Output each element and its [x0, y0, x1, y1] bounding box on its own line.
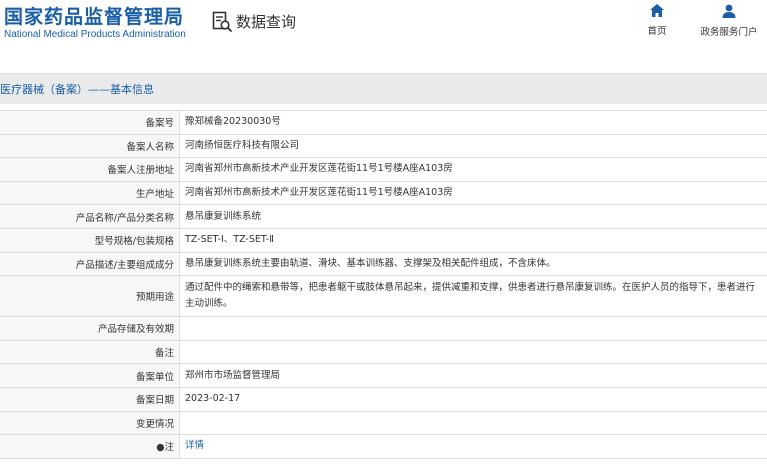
table-row: 变更情况 — [0, 410, 767, 436]
field-label: 备案人注册地址 — [0, 157, 180, 182]
site-logo-en[interactable]: National Medical Products Administration — [4, 29, 186, 40]
table-row: 备案日期 2023-02-17 — [0, 386, 767, 412]
field-label: ●注 — [0, 434, 180, 459]
table-row: 产品名称/产品分类名称 悬吊康复训练系统 — [0, 204, 767, 229]
field-value — [179, 339, 767, 365]
field-label: 变更情况 — [0, 410, 180, 436]
field-label: 预期用途 — [0, 275, 180, 318]
field-label: 备案单位 — [0, 363, 180, 388]
nav-home[interactable]: 首页 — [637, 4, 677, 37]
section-header: 医疗器械（备案）——基本信息 — [0, 73, 767, 104]
table-row: ●注 详情 — [0, 434, 767, 459]
field-value: 豫郑械备20230030号 — [179, 110, 767, 135]
table-row: 预期用途 通过配件中的绳索和悬带等，把患者躯干或肢体悬吊起来，提供减重和支撑，供… — [0, 275, 767, 318]
field-value: 悬吊康复训练系统主要由轨道、滑块、基本训练器、支撑架及相关配件组成，不含床体。 — [179, 251, 767, 277]
site-header: 国家药品监督管理局 National Medical Products Admi… — [0, 0, 767, 50]
details-link[interactable]: 详情 — [185, 440, 204, 451]
field-label: 产品名称/产品分类名称 — [0, 204, 180, 229]
field-value: 详情 — [179, 434, 767, 459]
field-label: 产品存储及有效期 — [0, 316, 180, 341]
table-row: 备案号 豫郑械备20230030号 — [0, 110, 767, 135]
field-label: 备案号 — [0, 110, 180, 135]
table-row: 备注 — [0, 339, 767, 365]
field-label: 备案人名称 — [0, 133, 180, 159]
table-row: 备案单位 郑州市市场监督管理局 — [0, 363, 767, 388]
field-value: 郑州市市场监督管理局 — [179, 363, 767, 388]
query-label: 数据查询 — [236, 13, 297, 31]
home-icon — [650, 4, 664, 17]
nav-service-portal[interactable]: 政务服务门户 — [694, 4, 764, 38]
nav-home-label: 首页 — [647, 26, 667, 37]
field-value: 河南省郑州市高新技术产业开发区莲花街11号1号楼A座A103房 — [179, 180, 767, 206]
field-value: 河南扬恒医疗科技有限公司 — [179, 133, 767, 159]
field-label: 备注 — [0, 339, 180, 365]
table-row: 产品描述/主要组成成分 悬吊康复训练系统主要由轨道、滑块、基本训练器、支撑架及相… — [0, 251, 767, 277]
nav-portal-label: 政务服务门户 — [700, 27, 758, 38]
field-value: 2023-02-17 — [179, 386, 767, 412]
table-row: 产品存储及有效期 — [0, 316, 767, 341]
field-value: TZ-SET-Ⅰ、TZ-SET-Ⅱ — [179, 227, 767, 253]
field-value: 河南省郑州市高新技术产业开发区莲花街11号1号楼A座A103房 — [179, 157, 767, 182]
section-title: 医疗器械（备案）——基本信息 — [0, 83, 154, 96]
table-row: 生产地址 河南省郑州市高新技术产业开发区莲花街11号1号楼A座A103房 — [0, 180, 767, 206]
field-value — [179, 316, 767, 341]
table-row: 型号规格/包装规格 TZ-SET-Ⅰ、TZ-SET-Ⅱ — [0, 227, 767, 253]
table-row: 备案人注册地址 河南省郑州市高新技术产业开发区莲花街11号1号楼A座A103房 — [0, 157, 767, 182]
field-value — [179, 410, 767, 436]
field-label: 备案日期 — [0, 386, 180, 412]
field-value: 通过配件中的绳索和悬带等，把患者躯干或肢体悬吊起来，提供减重和支撑，供患者进行悬… — [179, 275, 767, 318]
device-info-table: 备案号 豫郑械备20230030号 备案人名称 河南扬恒医疗科技有限公司 备案人… — [0, 110, 767, 459]
field-label: 型号规格/包装规格 — [0, 227, 180, 253]
document-search-icon — [212, 11, 233, 33]
field-label: 生产地址 — [0, 180, 180, 206]
field-label: 产品描述/主要组成成分 — [0, 251, 180, 277]
field-value: 悬吊康复训练系统 — [179, 204, 767, 229]
user-icon — [722, 4, 736, 18]
site-logo-cn[interactable]: 国家药品监督管理局 — [4, 2, 184, 29]
table-row: 备案人名称 河南扬恒医疗科技有限公司 — [0, 133, 767, 159]
